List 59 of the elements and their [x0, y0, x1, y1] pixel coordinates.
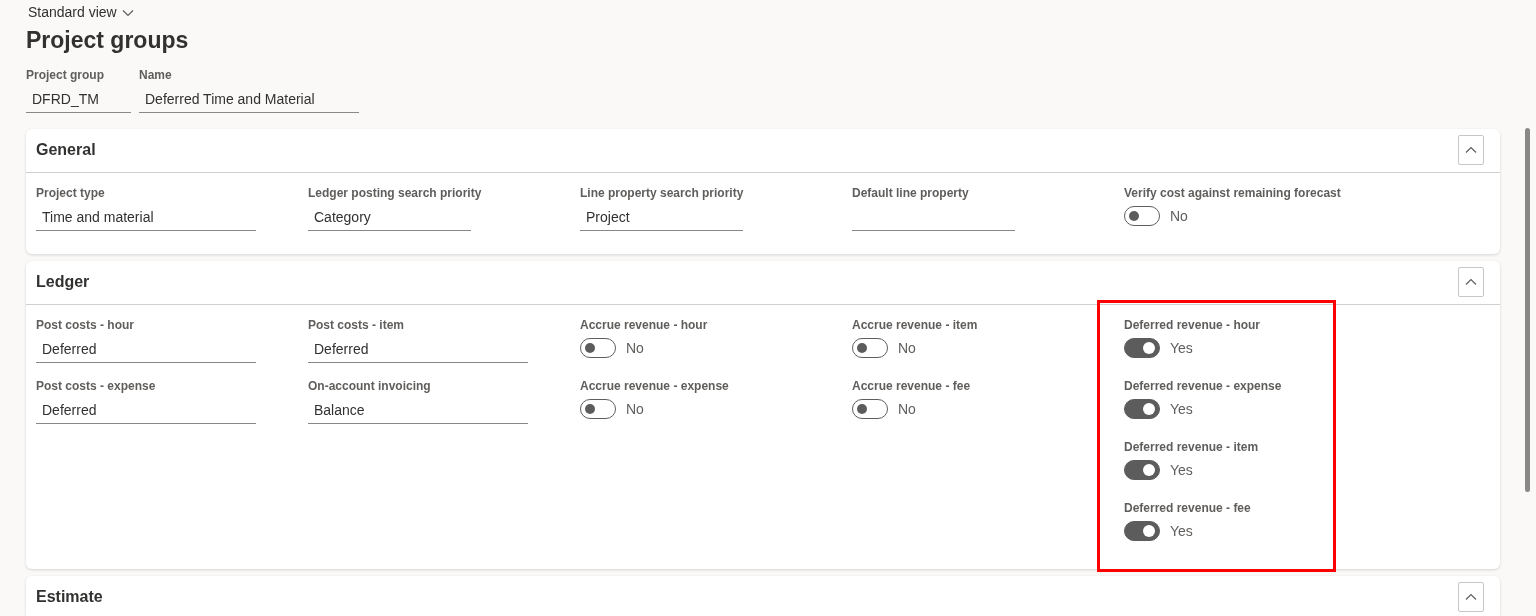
- toggle-state-text: No: [626, 338, 644, 358]
- chevron-up-icon: [1465, 278, 1477, 287]
- collapse-button[interactable]: [1458, 135, 1484, 166]
- field-label: Project group: [26, 66, 105, 83]
- toggle-switch[interactable]: [1124, 460, 1160, 481]
- field-label: Name: [139, 66, 173, 83]
- field-label: Line property search priority: [580, 184, 745, 201]
- toggle-switch[interactable]: [852, 338, 888, 359]
- collapse-button[interactable]: [1458, 582, 1484, 613]
- field-label: Default line property: [852, 184, 970, 201]
- toggle-state-text: No: [626, 399, 644, 419]
- toggle-switch[interactable]: [1124, 521, 1160, 542]
- field-label: Deferred revenue - fee: [1124, 499, 1252, 516]
- toggle-state-text: Yes: [1170, 338, 1193, 358]
- toggle-state-text: Yes: [1170, 399, 1193, 419]
- toggle-switch[interactable]: [1124, 399, 1160, 420]
- section-title: Estimate: [36, 587, 103, 608]
- input-field[interactable]: Time and material: [36, 205, 256, 231]
- toggle-state-text: Yes: [1170, 521, 1193, 541]
- toggle-switch[interactable]: [1124, 206, 1160, 227]
- input-field[interactable]: Deferred Time and Material: [139, 87, 359, 113]
- collapse-button[interactable]: [1458, 267, 1484, 298]
- field-label: Deferred revenue - item: [1124, 438, 1260, 455]
- field-label: Accrue revenue - fee: [852, 377, 972, 394]
- input-field[interactable]: Deferred: [36, 398, 256, 424]
- toggle-state-text: No: [898, 399, 916, 419]
- section-title: General: [36, 140, 96, 161]
- input-field[interactable]: Deferred: [308, 337, 528, 363]
- field-label: Accrue revenue - hour: [580, 316, 709, 333]
- chevron-up-icon: [1465, 593, 1477, 602]
- field-label: Post costs - item: [308, 316, 406, 333]
- toggle-switch[interactable]: [1124, 338, 1160, 359]
- scrollbar-thumb[interactable]: [1525, 128, 1530, 492]
- chevron-up-icon: [1465, 146, 1477, 155]
- toggle-switch[interactable]: [580, 338, 616, 359]
- view-selector[interactable]: Standard view: [28, 2, 134, 23]
- page-title: Project groups: [26, 27, 190, 55]
- toggle-switch[interactable]: [580, 399, 616, 420]
- section-title: Ledger: [36, 272, 90, 293]
- field-label: Project type: [36, 184, 106, 201]
- input-field[interactable]: DFRD_TM: [26, 87, 131, 113]
- field-label: Post costs - expense: [36, 377, 157, 394]
- field-label: Ledger posting search priority: [308, 184, 483, 201]
- field-label: Accrue revenue - item: [852, 316, 979, 333]
- input-field[interactable]: Category: [308, 205, 471, 231]
- field-label: Post costs - hour: [36, 316, 135, 333]
- chevron-down-icon: [121, 8, 134, 17]
- toggle-state-text: No: [898, 338, 916, 358]
- field-label: Deferred revenue - hour: [1124, 316, 1262, 333]
- toggle-state-text: Yes: [1170, 460, 1193, 480]
- input-field[interactable]: Deferred: [36, 337, 256, 363]
- field-label: Deferred revenue - expense: [1124, 377, 1283, 394]
- field-label: Verify cost against remaining forecast: [1124, 184, 1342, 201]
- input-field[interactable]: Project: [580, 205, 743, 231]
- field-label: Accrue revenue - expense: [580, 377, 730, 394]
- input-field[interactable]: Balance: [308, 398, 528, 424]
- toggle-state-text: No: [1170, 206, 1188, 226]
- field-label: On-account invoicing: [308, 377, 432, 394]
- toggle-switch[interactable]: [852, 399, 888, 420]
